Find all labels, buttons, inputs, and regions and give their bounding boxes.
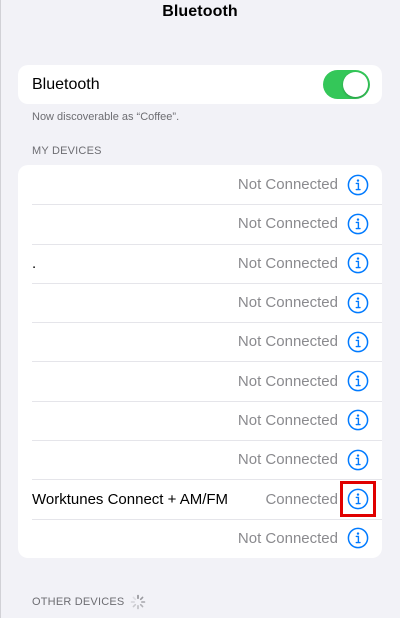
- device-status: Not Connected: [237, 411, 338, 429]
- bluetooth-label: Bluetooth: [32, 75, 100, 93]
- page-title: Bluetooth: [162, 3, 238, 20]
- device-status: Not Connected: [237, 176, 338, 194]
- info-icon[interactable]: [347, 292, 369, 314]
- device-name: Worktunes Connect + AM/FM: [32, 490, 229, 508]
- device-row[interactable]: Not Connected: [18, 322, 382, 361]
- my-devices-header: MY DEVICES: [32, 145, 102, 157]
- info-icon[interactable]: [347, 213, 369, 235]
- device-row[interactable]: Not Connected: [18, 361, 382, 400]
- info-icon[interactable]: [347, 409, 369, 431]
- device-row[interactable]: Not Connected: [18, 518, 382, 558]
- info-icon[interactable]: [340, 481, 376, 518]
- bluetooth-settings-group: Bluetooth: [18, 65, 382, 104]
- bluetooth-toggle-row: Bluetooth: [18, 65, 382, 104]
- device-status: Connected: [265, 490, 338, 508]
- device-row[interactable]: Not Connected: [18, 400, 382, 440]
- device-status: Not Connected: [237, 372, 338, 390]
- device-row[interactable]: Not Connected: [18, 165, 382, 204]
- device-status: Not Connected: [237, 529, 338, 547]
- device-row[interactable]: Not Connected: [18, 204, 382, 243]
- device-status: Not Connected: [237, 215, 338, 233]
- info-icon[interactable]: [347, 527, 369, 549]
- device-row[interactable]: . Not Connected: [18, 243, 382, 283]
- my-devices-list: Not Connected Not Connected . Not Connec…: [18, 165, 382, 558]
- device-status: Not Connected: [237, 254, 338, 272]
- discoverable-footnote: Now discoverable as “Coffee”.: [32, 111, 180, 123]
- loading-spinner-icon: [131, 594, 146, 610]
- device-row[interactable]: Not Connected: [18, 282, 382, 322]
- device-name: .: [32, 254, 37, 272]
- sidebar-divider: [0, 0, 1, 618]
- info-icon[interactable]: [347, 370, 369, 392]
- toggle-knob: [343, 72, 368, 97]
- other-devices-label: OTHER DEVICES: [32, 596, 125, 608]
- info-icon[interactable]: [347, 331, 369, 353]
- info-icon[interactable]: [347, 449, 369, 471]
- device-row[interactable]: Not Connected: [18, 440, 382, 479]
- device-row-worktunes[interactable]: Worktunes Connect + AM/FM Connected: [18, 479, 382, 518]
- device-status: Not Connected: [237, 333, 338, 351]
- device-status: Not Connected: [237, 451, 338, 469]
- info-icon[interactable]: [347, 174, 369, 196]
- bluetooth-toggle[interactable]: [323, 70, 370, 99]
- info-icon[interactable]: [347, 252, 369, 274]
- device-status: Not Connected: [237, 294, 338, 312]
- other-devices-header: OTHER DEVICES: [32, 594, 146, 610]
